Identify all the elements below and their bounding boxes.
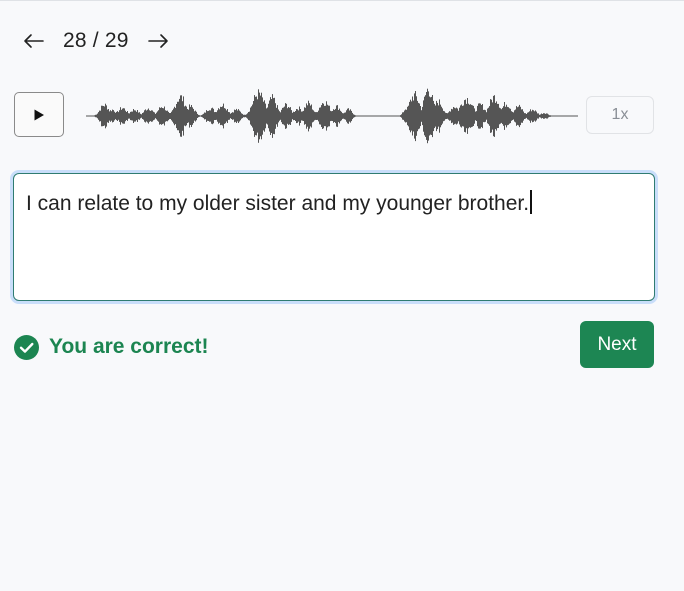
answer-text: I can relate to my older sister and my y… (26, 192, 530, 215)
answer-focus-ring: I can relate to my older sister and my y… (10, 170, 658, 304)
page-counter: 28 / 29 (63, 29, 129, 52)
audio-player: 1x (14, 77, 654, 155)
pager: 28 / 29 (20, 24, 172, 58)
feedback-text: You are correct! (49, 335, 209, 358)
next-button[interactable]: Next (580, 321, 654, 368)
playback-speed-button[interactable]: 1x (586, 96, 654, 134)
check-circle-icon (14, 334, 39, 360)
previous-item-button[interactable] (20, 24, 46, 58)
text-caret (530, 190, 532, 214)
answer-textarea[interactable]: I can relate to my older sister and my y… (13, 173, 655, 301)
arrow-left-icon (24, 34, 44, 48)
arrow-right-icon (147, 34, 168, 48)
play-icon (34, 109, 44, 120)
top-divider (0, 0, 684, 1)
feedback-message: You are correct! (14, 333, 209, 361)
next-item-arrow-button[interactable] (146, 24, 172, 58)
audio-waveform[interactable] (86, 77, 578, 155)
play-button[interactable] (14, 92, 64, 137)
